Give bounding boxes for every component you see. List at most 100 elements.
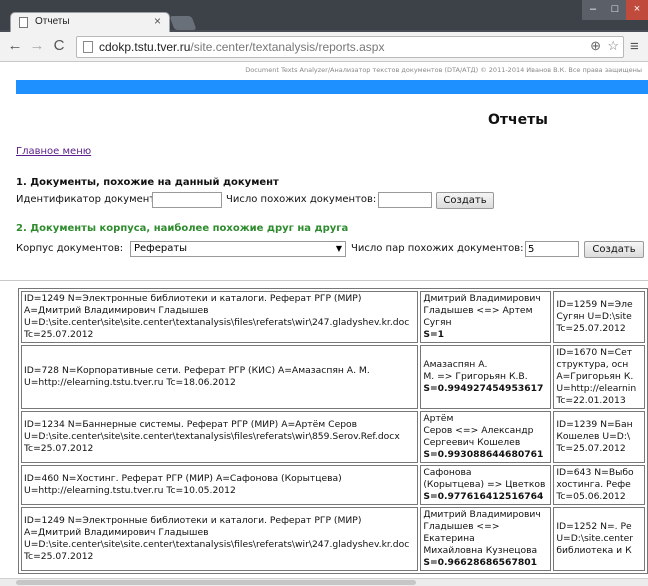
doc2-line: Кошелев U=D:\ [556,431,631,442]
doc1-line: ID=1249 N=Электронные библиотеки и катал… [24,293,362,304]
pair-line: Гладышев <=> Артем [423,305,533,316]
doc2-line: Сугян U=D:\site [556,311,632,322]
tab-close-icon[interactable]: × [154,14,161,28]
scrollbar-thumb[interactable] [16,580,416,585]
corpus-selected-value: Рефераты [134,243,188,254]
doc2-line: структура, осн [556,359,629,370]
doc-id-label: Идентификатор документа: [16,194,165,205]
doc2-line: библиотека и К [556,545,632,556]
doc1-line: Tc=25.07.2012 [24,443,94,454]
doc1-cell: ID=460 N=Хостинг. Реферат РГР (МИР) A=Са… [21,465,419,505]
address-bar[interactable]: cdokp.tstu.tver.ru/site.center/textanaly… [76,36,624,58]
corpus-select[interactable]: Рефераты ▼ [130,241,346,257]
doc1-cell: ID=1234 N=Баннерные системы. Реферат РГР… [21,411,419,463]
close-window-button[interactable]: × [626,0,648,20]
url-text: cdokp.tstu.tver.ru/site.center/textanaly… [99,40,384,54]
pair-line: Сергеевич Кошелев [423,437,521,448]
doc1-line: U=D:\site.center\site\site.center\textan… [24,539,410,550]
doc2-cell: ID=1239 N=Бан Кошелев U=D:\ Tc=25.07.2012 [553,411,645,463]
count-input[interactable] [378,192,432,208]
forward-arrow-icon[interactable]: → [28,37,46,55]
doc1-line: ID=460 N=Хостинг. Реферат РГР (МИР) A=Са… [24,473,342,484]
doc2-cell: ID=1252 N=. Ре U=D:\site.center библиотека… [553,507,645,571]
create-button-2[interactable]: Создать [584,241,644,258]
doc2-line: U=D:\site.center [556,533,634,544]
doc2-line: ID=643 N=Выбо [556,467,634,478]
doc2-line: ID=1670 N=Сет [556,347,633,358]
doc2-line: U=http://elearnin [556,383,637,394]
menu-icon[interactable]: ≡ [630,38,639,55]
url-host: cdokp.tstu.tver.ru [99,40,191,54]
url-path: /site.center/textanalysis/reports.aspx [190,40,385,54]
table-row: ID=1234 N=Баннерные системы. Реферат РГР… [21,411,645,463]
reload-icon[interactable]: C [50,37,68,55]
table-row: ID=728 N=Корпоративные сети. Реферат РГР… [21,345,645,409]
browser-toolbar: ← → C cdokp.tstu.tver.ru/site.center/tex… [0,32,648,62]
browser-tab[interactable]: Отчеты × [10,12,170,32]
pair-line: М. => Григорьян К.В. [423,371,528,382]
doc2-line: Tc=05.06.2012 [556,491,626,502]
pair-cell: Артём Серов <=> Александр Сергеевич Кошеле… [420,411,552,463]
similarity-score: S=0.993088644680761 [423,449,544,460]
pair-line: (Корытцева) => Цветков [423,479,546,490]
table-row: ID=1249 N=Электронные библиотеки и катал… [21,507,645,571]
section2-title: 2. Документы корпуса, наиболее похожие д… [16,223,349,234]
pair-cell: Дмитрий Владимирович Гладышев <=> Артем Су… [420,291,552,343]
doc2-line: Tc=22.01.2013 [556,395,626,406]
doc1-line: ID=728 N=Корпоративные сети. Реферат РГР… [24,365,370,376]
doc2-line: хостинга. Рефе [556,479,631,490]
pair-cell: Дмитрий Владимирович Гладышев <=> Екатери… [420,507,552,571]
doc-id-input[interactable] [152,192,222,208]
doc1-line: ID=1234 N=Баннерные системы. Реферат РГР… [24,419,358,430]
doc1-cell: ID=1249 N=Электронные библиотеки и катал… [21,291,419,343]
results-table: ID=1249 N=Электронные библиотеки и катал… [18,288,648,574]
create-button-1[interactable]: Создать [436,192,494,209]
tab-title: Отчеты [35,16,70,27]
doc2-line: ID=1259 N=Эле [556,299,633,310]
pair-line: Амазаспян А. [423,359,488,370]
dropdown-arrow-icon: ▼ [335,244,342,253]
back-arrow-icon[interactable]: ← [6,37,24,55]
doc2-line: ID=1252 N=. Ре [556,521,632,532]
doc1-line: Tc=25.07.2012 [24,551,94,562]
pair-line: Сугян [423,317,452,328]
count-label: Число похожих документов: [226,194,377,205]
maximize-button[interactable]: □ [604,0,626,20]
doc2-line: ID=1239 N=Бан [556,419,633,430]
section1-title: 1. Документы, похожие на данный документ [16,177,279,188]
doc2-cell: ID=1259 N=Эле Сугян U=D:\site Tc=25.07.201… [553,291,645,343]
zoom-icon[interactable]: ⊕ [590,38,601,54]
pair-line: Михайловна Кузнецова [423,545,538,556]
new-tab-button[interactable] [169,16,197,30]
header-bar [16,80,648,94]
doc1-line: U=http://elearning.tstu.tver.ru Tc=10.05… [24,485,236,496]
pair-cell: Амазаспян А. М. => Григорьян К.В. S=0.9949… [420,345,552,409]
pair-cell: Сафонова (Корытцева) => Цветков S=0.977616… [420,465,552,505]
bookmark-star-icon[interactable]: ☆ [607,38,619,54]
doc1-line: U=D:\site.center\site\site.center\textan… [24,317,410,328]
pair-line: Серов <=> Александр [423,425,534,436]
doc1-line: Tc=25.07.2012 [24,329,94,340]
table-row: ID=460 N=Хостинг. Реферат РГР (МИР) A=Са… [21,465,645,505]
similarity-score: S=1 [423,329,445,340]
minimize-button[interactable]: – [582,0,604,20]
doc2-line: A=Григорьян К. [556,371,634,382]
pair-line: Дмитрий Владимирович [423,509,541,520]
pair-line: Сафонова [423,467,472,478]
horizontal-scrollbar[interactable] [0,578,648,586]
similarity-score: S=0.977616412516764 [423,491,544,502]
doc1-line: U=http://elearning.tstu.tver.ru Tc=18.06… [24,377,236,388]
page-title: Отчеты [488,112,548,128]
pair-line: Артём [423,413,454,424]
doc2-line: Tc=25.07.2012 [556,443,626,454]
pairs-input[interactable] [525,241,579,257]
doc2-line: Tc=25.07.2012 [556,323,626,334]
similarity-score: S=0.994927454953617 [423,383,544,394]
doc1-line: U=D:\site.center\site\site.center\textan… [24,431,400,442]
main-menu-link[interactable]: Главное меню [16,146,91,157]
page-icon [83,41,93,53]
doc1-cell: ID=1249 N=Электронные библиотеки и катал… [21,507,419,571]
browser-chrome: Отчеты × – □ × ← → C cdokp.tstu.tver.ru/… [0,0,648,62]
doc1-cell: ID=728 N=Корпоративные сети. Реферат РГР… [21,345,419,409]
doc2-cell: ID=643 N=Выбо хостинга. Рефе Tc=05.06.2012 [553,465,645,505]
